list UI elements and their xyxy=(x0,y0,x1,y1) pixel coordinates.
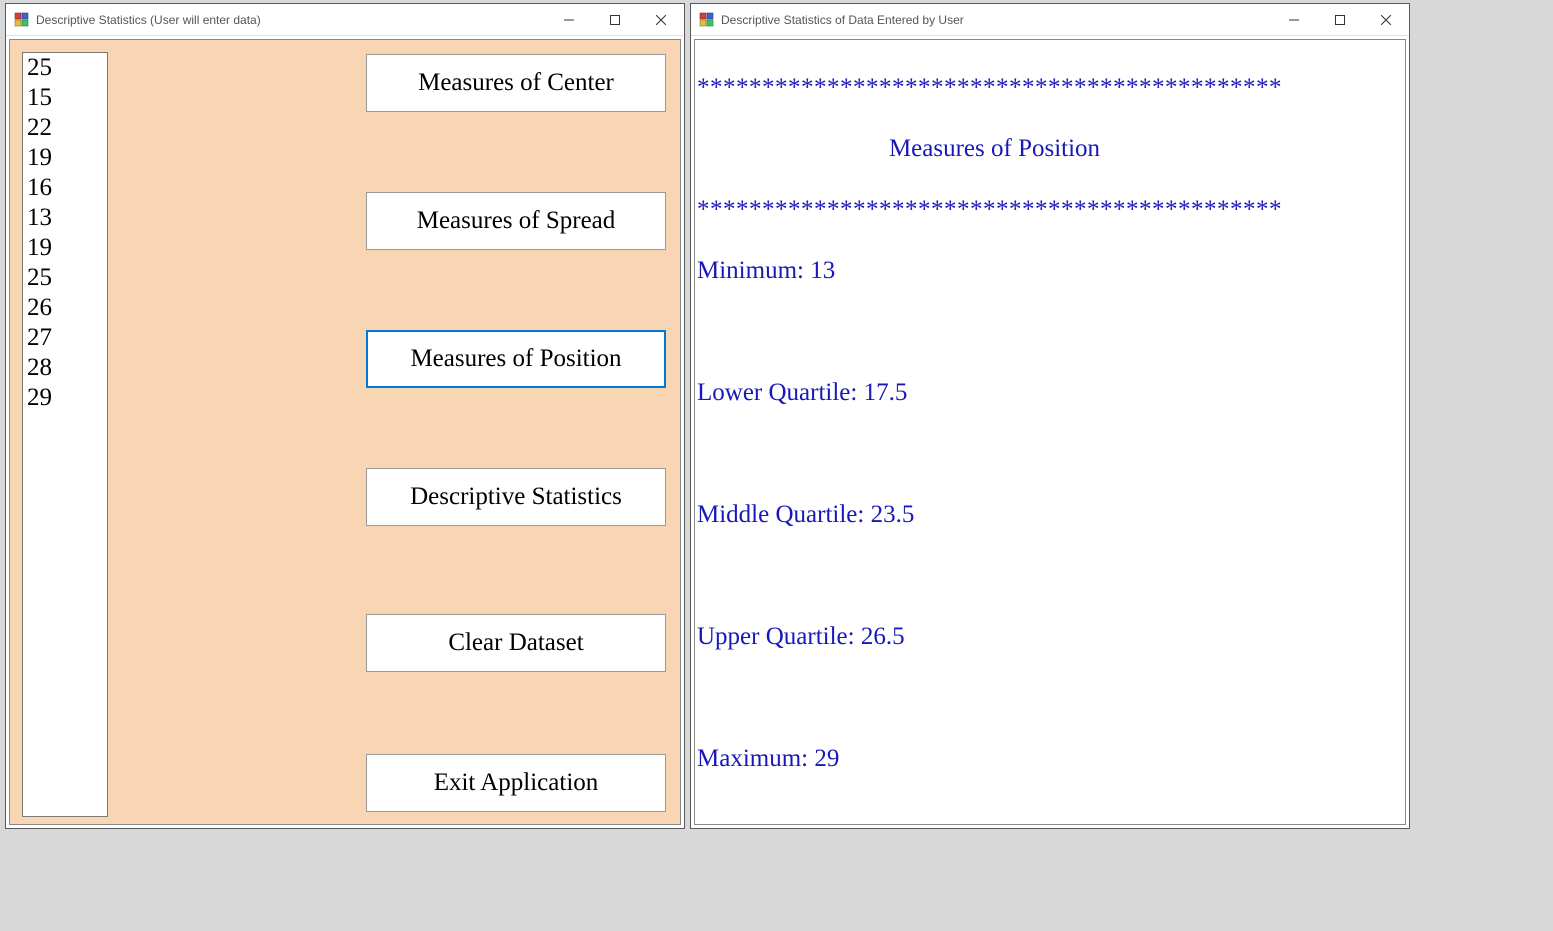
output-window: Descriptive Statistics of Data Entered b… xyxy=(690,3,1410,829)
output-separator: ****************************************… xyxy=(697,73,1403,104)
output-separator: ****************************************… xyxy=(697,195,1403,226)
titlebar-controls xyxy=(546,4,684,35)
input-body: 251522191613192526272829 Measures of Cen… xyxy=(9,39,681,825)
list-item[interactable]: 19 xyxy=(27,233,103,263)
output-heading: Measures of Position xyxy=(697,134,1292,165)
maximize-icon xyxy=(1335,15,1345,25)
data-listbox[interactable]: 251522191613192526272829 xyxy=(22,52,108,817)
list-item[interactable]: 13 xyxy=(27,203,103,233)
output-minimum: Minimum: 13 xyxy=(697,256,1403,287)
list-item[interactable]: 25 xyxy=(27,263,103,293)
list-item[interactable]: 15 xyxy=(27,83,103,113)
close-icon xyxy=(1381,15,1391,25)
output-blank xyxy=(697,317,1403,348)
input-window: Descriptive Statistics (User will enter … xyxy=(5,3,685,829)
list-item[interactable]: 28 xyxy=(27,353,103,383)
minimize-icon xyxy=(564,15,574,25)
window-title: Descriptive Statistics of Data Entered b… xyxy=(721,13,1271,27)
measures-of-position-button[interactable]: Measures of Position xyxy=(366,330,666,388)
list-item[interactable]: 22 xyxy=(27,113,103,143)
output-blank xyxy=(697,683,1403,714)
list-item[interactable]: 16 xyxy=(27,173,103,203)
list-item[interactable]: 26 xyxy=(27,293,103,323)
descriptive-statistics-button[interactable]: Descriptive Statistics xyxy=(366,468,666,526)
output-body: ****************************************… xyxy=(694,39,1406,825)
output-blank xyxy=(697,561,1403,592)
exit-application-button[interactable]: Exit Application xyxy=(366,754,666,812)
measures-of-center-button[interactable]: Measures of Center xyxy=(366,54,666,112)
minimize-button[interactable] xyxy=(546,4,592,35)
output-upper-quartile: Upper Quartile: 26.5 xyxy=(697,622,1403,653)
maximize-button[interactable] xyxy=(1317,4,1363,35)
titlebar: Descriptive Statistics of Data Entered b… xyxy=(691,4,1409,36)
window-title: Descriptive Statistics (User will enter … xyxy=(36,13,546,27)
output-lower-quartile: Lower Quartile: 17.5 xyxy=(697,378,1403,409)
measures-of-spread-button[interactable]: Measures of Spread xyxy=(366,192,666,250)
list-item[interactable]: 25 xyxy=(27,53,103,83)
maximize-button[interactable] xyxy=(592,4,638,35)
titlebar: Descriptive Statistics (User will enter … xyxy=(6,4,684,36)
close-icon xyxy=(656,15,666,25)
close-button[interactable] xyxy=(638,4,684,35)
app-icon xyxy=(14,12,30,28)
titlebar-controls xyxy=(1271,4,1409,35)
output-blank xyxy=(697,439,1403,470)
minimize-button[interactable] xyxy=(1271,4,1317,35)
output-textbox[interactable]: ****************************************… xyxy=(697,42,1403,822)
minimize-icon xyxy=(1289,15,1299,25)
clear-dataset-button[interactable]: Clear Dataset xyxy=(366,614,666,672)
output-middle-quartile: Middle Quartile: 23.5 xyxy=(697,500,1403,531)
app-icon xyxy=(699,12,715,28)
list-item[interactable]: 29 xyxy=(27,383,103,413)
close-button[interactable] xyxy=(1363,4,1409,35)
list-item[interactable]: 27 xyxy=(27,323,103,353)
list-item[interactable]: 19 xyxy=(27,143,103,173)
output-maximum: Maximum: 29 xyxy=(697,744,1403,775)
maximize-icon xyxy=(610,15,620,25)
